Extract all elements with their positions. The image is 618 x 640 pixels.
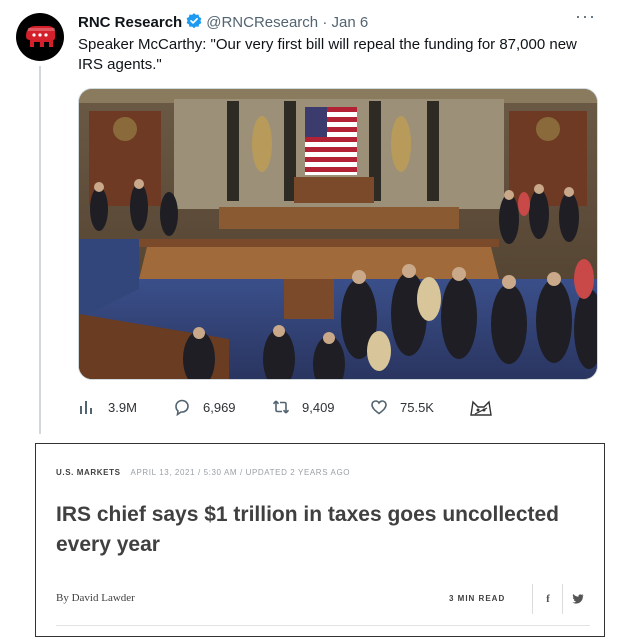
twitter-share-button[interactable] xyxy=(562,584,593,614)
retweet-icon xyxy=(272,400,290,414)
like-count: 75.5K xyxy=(400,399,434,415)
reply-action[interactable]: 6,969 xyxy=(173,398,236,416)
heart-icon xyxy=(371,400,387,415)
separator-dot: · xyxy=(322,14,328,31)
gop-elephant-icon xyxy=(26,26,55,47)
views-count: 3.9M xyxy=(108,399,137,415)
news-article-card: U.S. MARKETS APRIL 13, 2021 / 5:30 AM / U… xyxy=(35,443,605,637)
article-meta: U.S. MARKETS APRIL 13, 2021 / 5:30 AM / U… xyxy=(56,468,350,477)
like-action[interactable]: 75.5K xyxy=(370,398,434,416)
avatar[interactable] xyxy=(16,13,64,61)
retweet-count: 9,409 xyxy=(302,399,335,415)
bar-chart-icon xyxy=(80,401,92,414)
article-timestamp: APRIL 13, 2021 / 5:30 AM / UPDATED 2 YEA… xyxy=(130,468,351,477)
reply-count: 6,969 xyxy=(203,399,236,415)
tweet-actions: 3.9M 6,969 9,409 75.5K xyxy=(78,398,528,420)
facebook-share-button[interactable]: f xyxy=(532,584,563,614)
tweet-header: RNC Research @RNCResearch · Jan 6 xyxy=(78,12,368,32)
bookmark-action[interactable] xyxy=(468,398,506,418)
cat-face-icon xyxy=(470,400,492,416)
divider xyxy=(56,625,590,626)
house-chamber-image xyxy=(79,89,597,379)
views-action[interactable]: 3.9M xyxy=(78,398,137,416)
reply-icon xyxy=(175,399,189,416)
facebook-icon: f xyxy=(546,593,550,605)
more-options-icon[interactable]: ··· xyxy=(575,6,596,27)
section-label[interactable]: U.S. MARKETS xyxy=(56,468,121,477)
thread-line xyxy=(39,66,41,434)
tweet-photo[interactable] xyxy=(78,88,598,380)
author-handle[interactable]: @RNCResearch xyxy=(206,14,318,31)
twitter-bird-icon xyxy=(572,594,584,604)
article-headline[interactable]: IRS chief says $1 trillion in taxes goes… xyxy=(56,500,576,560)
retweet-action[interactable]: 9,409 xyxy=(272,398,335,416)
read-time: 3 MIN READ xyxy=(449,594,506,603)
tweet-text: Speaker McCarthy: "Our very first bill w… xyxy=(78,36,577,73)
tweet-date[interactable]: Jan 6 xyxy=(331,14,368,31)
verified-badge-icon xyxy=(186,13,202,29)
article-byline: By David Lawder xyxy=(56,592,135,604)
tweet-card: RNC Research @RNCResearch · Jan 6 ··· Spe… xyxy=(0,0,618,434)
author-name[interactable]: RNC Research xyxy=(78,14,182,31)
